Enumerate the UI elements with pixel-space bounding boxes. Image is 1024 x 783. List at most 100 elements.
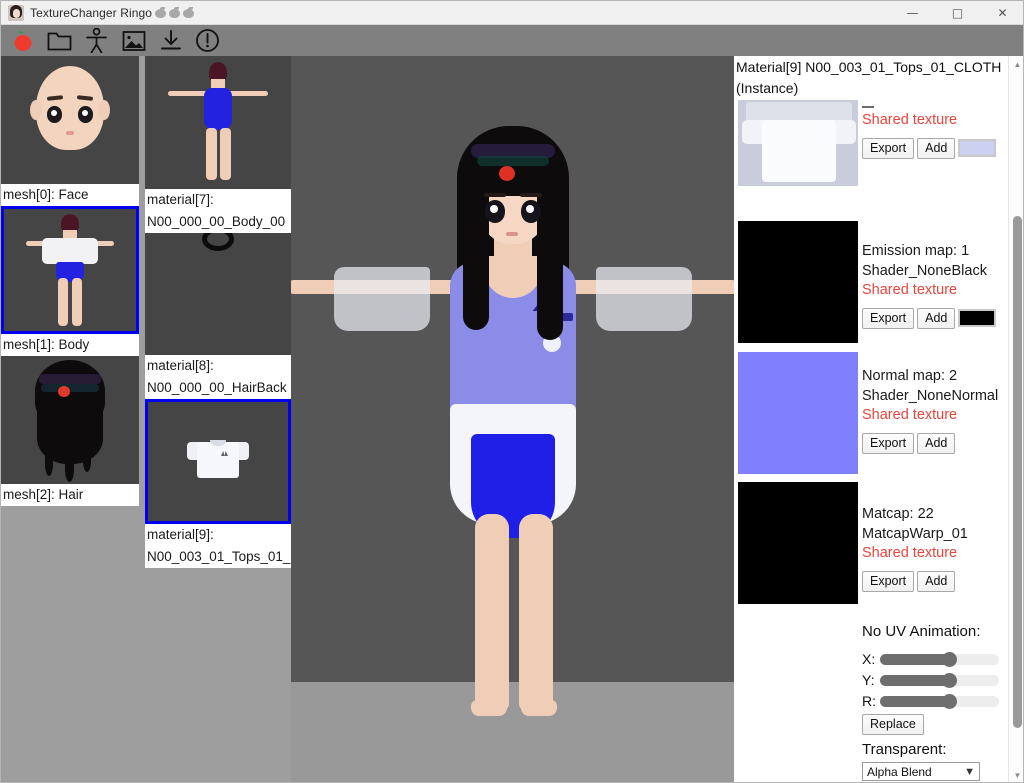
texture-actions: Export Add <box>862 432 1023 454</box>
download-icon[interactable] <box>155 26 186 55</box>
texture-shader: MatcapWarp_01 <box>862 525 968 542</box>
avatar-icon <box>8 4 24 21</box>
scroll-up-arrow[interactable]: ▲ <box>1009 56 1023 73</box>
shared-texture-label: Shared texture <box>862 545 958 561</box>
material-title-line1: Material[9] N00_003_01_Tops_01_CLOTH <box>736 59 1002 75</box>
material-item-8[interactable]: material[8]: N00_000_00_HairBack <box>145 233 291 399</box>
folder-icon[interactable] <box>44 26 75 55</box>
add-button[interactable]: Add <box>917 137 956 159</box>
uv-r-slider[interactable] <box>880 693 999 709</box>
uv-y-row: Y: <box>862 672 1023 688</box>
mesh-thumbnail <box>1 56 139 184</box>
material-item-label-line2: N00_000_00_HairBack <box>145 377 291 399</box>
blend-mode-value: Alpha Blend <box>867 764 932 779</box>
texture-info: Matcap: 22 MatcapWarp_01 Shared texture … <box>862 481 1023 592</box>
uv-y-slider[interactable] <box>880 672 999 688</box>
texture-actions: Export Add <box>862 570 1023 592</box>
uv-x-row: X: <box>862 651 1023 667</box>
uv-x-slider[interactable] <box>880 651 999 667</box>
mesh-thumbnail <box>1 356 139 484</box>
uv-x-label: X: <box>862 651 876 667</box>
toolbar <box>1 25 1023 56</box>
add-button[interactable]: Add <box>917 570 956 592</box>
texture-info: Normal map: 2 Shader_NoneNormal Shared t… <box>862 351 1023 454</box>
mesh-item-label: mesh[1]: Body <box>1 334 139 356</box>
scrollbar-thumb[interactable] <box>1013 216 1022 728</box>
texture-thumbnail[interactable] <box>737 481 859 605</box>
material-thumbnail <box>145 56 291 189</box>
transparent-heading: Transparent: <box>862 741 947 758</box>
apple-icon <box>168 6 181 19</box>
3d-viewport[interactable] <box>291 56 734 782</box>
mesh-item-body[interactable]: mesh[1]: Body <box>1 206 139 356</box>
material-inspector: Material[9] N00_003_01_Tops_01_CLOTH (In… <box>734 56 1023 782</box>
material-item-label-line1: material[7]: <box>145 189 291 211</box>
title-bar: TextureChanger Ringo — □ ✕ <box>1 1 1023 25</box>
apple-icon <box>182 6 195 19</box>
mesh-column: mesh[0]: Face mesh[1]: Body mesh[2]: Hai… <box>1 56 139 506</box>
texture-thumbnail[interactable] <box>737 351 859 475</box>
add-button[interactable]: Add <box>917 307 956 329</box>
window-title: TextureChanger Ringo <box>30 5 153 20</box>
image-icon[interactable] <box>118 26 149 55</box>
person-icon[interactable] <box>81 26 112 55</box>
texture-actions: Export Add <box>862 137 1023 159</box>
blend-mode-select[interactable]: Alpha Blend ▼ <box>862 762 980 781</box>
title-apple-decorations <box>153 6 195 19</box>
mesh-item-hair[interactable]: mesh[2]: Hair <box>1 356 139 506</box>
uv-animation-section: No UV Animation: X: Y: R: Replace Transp… <box>734 621 1023 782</box>
uv-y-label: Y: <box>862 672 875 688</box>
uv-r-row: R: <box>862 693 1023 709</box>
export-button[interactable]: Export <box>862 307 915 329</box>
export-button[interactable]: Export <box>862 137 915 159</box>
texture-row-matcap: Matcap: 22 MatcapWarp_01 Shared texture … <box>734 481 1023 611</box>
mesh-item-label: mesh[0]: Face <box>1 184 139 206</box>
window-controls: — □ ✕ <box>890 1 1023 25</box>
texture-actions: Export Add <box>862 307 1023 329</box>
material-item-label-line2: N00_003_01_Tops_01_ <box>145 546 291 568</box>
shared-texture-label: Shared texture <box>862 407 958 423</box>
texture-info: Emission map: 1 Shader_NoneBlack Shared … <box>862 220 1023 329</box>
mesh-thumbnail <box>1 206 139 334</box>
close-button[interactable]: ✕ <box>980 1 1023 25</box>
texture-thumbnail[interactable] <box>737 99 859 187</box>
maximize-button[interactable]: □ <box>935 1 980 25</box>
texture-shader: Shader_NoneBlack <box>862 262 987 279</box>
color-swatch[interactable] <box>958 139 997 157</box>
chevron-down-icon: ▼ <box>964 765 975 778</box>
texture-caption: Matcap: 22 <box>862 506 934 522</box>
texture-caption-truncated <box>862 101 1023 111</box>
material-item-7[interactable]: material[7]: N00_000_00_Body_00 <box>145 56 291 233</box>
export-button[interactable]: Export <box>862 432 915 454</box>
uv-animation-heading: No UV Animation: <box>862 623 981 640</box>
texture-caption: Emission map: 1 <box>862 243 970 259</box>
scroll-down-arrow[interactable]: ▼ <box>1009 767 1023 782</box>
apple-icon[interactable] <box>7 26 38 55</box>
shared-texture-label: Shared texture <box>862 282 958 298</box>
texture-caption: Normal map: 2 <box>862 368 958 384</box>
application-window: TextureChanger Ringo — □ ✕ mesh[0]: Face… <box>0 0 1024 783</box>
material-item-9[interactable]: material[9]: N00_003_01_Tops_01_ <box>145 399 291 568</box>
mesh-item-label: mesh[2]: Hair <box>1 484 139 506</box>
character-model <box>291 104 734 716</box>
asset-browser: mesh[0]: Face mesh[1]: Body mesh[2]: Hai… <box>1 56 291 782</box>
material-thumbnail <box>145 399 291 524</box>
texture-shader: Shader_NoneNormal <box>862 387 999 404</box>
material-thumbnail <box>145 233 291 355</box>
info-icon[interactable] <box>192 26 223 55</box>
add-button[interactable]: Add <box>917 432 956 454</box>
texture-thumbnail[interactable] <box>737 220 859 344</box>
material-item-label-line1: material[9]: <box>145 524 291 546</box>
uv-r-label: R: <box>862 693 876 709</box>
texture-row-main: Shared texture Export Add <box>734 99 1023 220</box>
shared-texture-label: Shared texture <box>862 112 958 128</box>
export-button[interactable]: Export <box>862 570 915 592</box>
minimize-button[interactable]: — <box>890 1 935 25</box>
texture-row-normal: Normal map: 2 Shader_NoneNormal Shared t… <box>734 351 1023 481</box>
color-swatch[interactable] <box>958 309 997 327</box>
mesh-item-face[interactable]: mesh[0]: Face <box>1 56 139 206</box>
inspector-scrollbar[interactable]: ▲ ▼ <box>1008 56 1023 782</box>
material-item-label-line1: material[8]: <box>145 355 291 377</box>
replace-button[interactable]: Replace <box>862 714 924 735</box>
texture-info: Shared texture Export Add <box>862 99 1023 159</box>
